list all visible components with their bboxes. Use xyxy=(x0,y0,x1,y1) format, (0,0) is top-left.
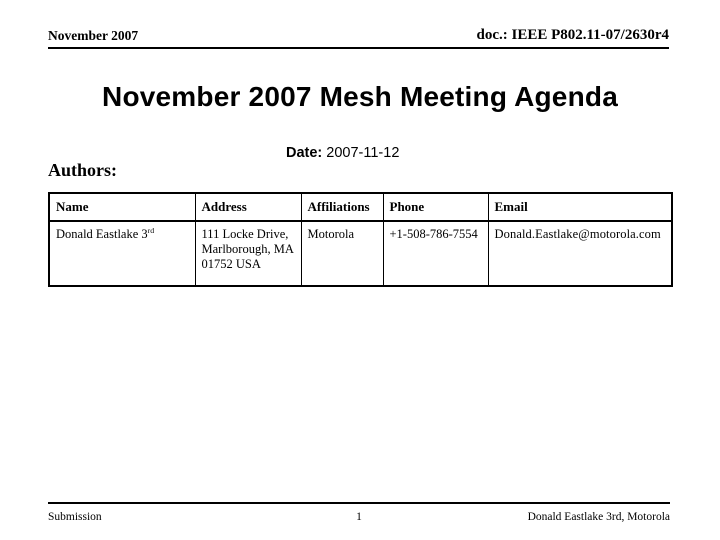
table-header-row: Name Address Affiliations Phone Email xyxy=(49,193,672,222)
address-line-1: 111 Locke Drive, xyxy=(201,227,289,241)
date-label: Date: xyxy=(286,145,323,161)
cell-author-affiliation: Motorola xyxy=(301,221,384,286)
column-header-affiliations: Affiliations xyxy=(301,193,384,222)
cell-author-address: 111 Locke Drive, Marlborough, MA 01752 U… xyxy=(195,221,302,286)
footer-divider xyxy=(48,502,670,504)
header-divider xyxy=(48,47,669,49)
slide-header: November 2007 doc.: IEEE P802.11-07/2630… xyxy=(48,27,669,48)
cell-author-email: Donald.Eastlake@motorola.com xyxy=(494,227,661,241)
slide-footer: 1 Submission Donald Eastlake 3rd, Motoro… xyxy=(48,510,670,526)
header-doc-reference: doc.: IEEE P802.11-07/2630r4 xyxy=(476,27,669,43)
table-row: Donald Eastlake 3rd 111 Locke Drive, Mar… xyxy=(49,221,672,286)
footer-left-text: Submission xyxy=(48,511,102,523)
author-name-text: Donald Eastlake 3 xyxy=(56,227,148,241)
authors-table: Name Address Affiliations Phone Email Do… xyxy=(48,192,673,287)
column-header-email: Email xyxy=(488,193,672,222)
cell-author-name: Donald Eastlake 3rd xyxy=(49,221,196,286)
column-header-name: Name xyxy=(49,193,196,222)
authors-label: Authors: xyxy=(48,160,118,180)
column-header-phone: Phone xyxy=(383,193,489,222)
authors-table-container: Name Address Affiliations Phone Email Do… xyxy=(48,192,673,287)
author-name-ordinal: rd xyxy=(147,225,155,235)
address-line-3: 01752 USA xyxy=(201,257,261,271)
cell-author-phone: +1-508-786-7554 xyxy=(383,221,489,286)
page-title: November 2007 Mesh Meeting Agenda xyxy=(102,81,618,112)
address-line-2: Marlborough, MA xyxy=(201,242,294,256)
footer-right-text: Donald Eastlake 3rd, Motorola xyxy=(527,511,670,523)
slide-canvas: November 2007 doc.: IEEE P802.11-07/2630… xyxy=(0,0,720,540)
column-header-address: Address xyxy=(195,193,302,222)
date-value: 2007-11-12 xyxy=(326,145,400,161)
header-left-text: November 2007 xyxy=(48,28,139,43)
date-line: Date: 2007-11-12 xyxy=(286,144,399,162)
